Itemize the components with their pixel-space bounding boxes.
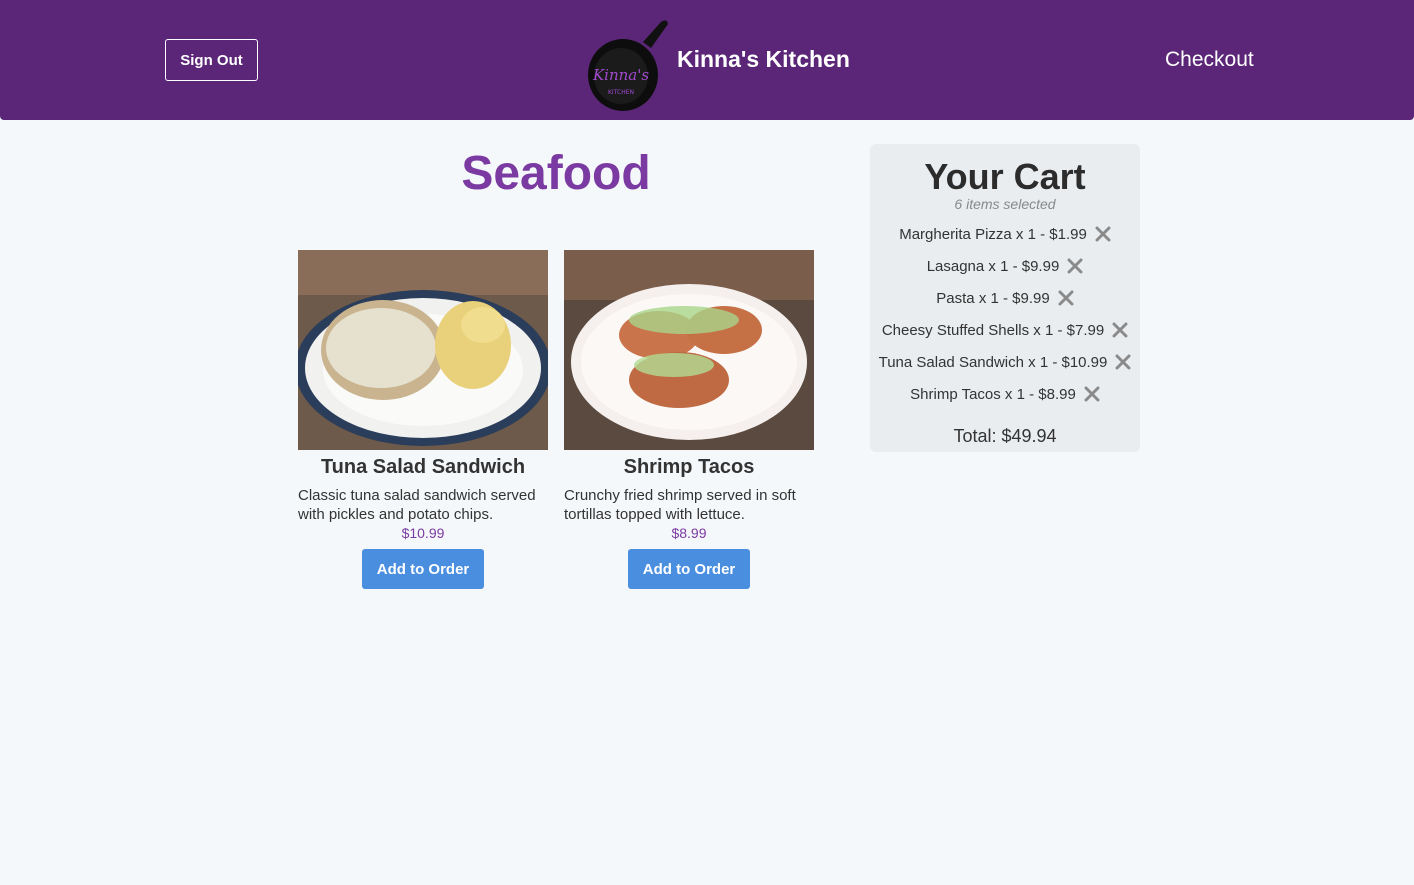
cart-item-text: Shrimp Tacos x 1 - $8.99 [910,385,1076,403]
brand-name[interactable]: Kinna's Kitchen [677,46,850,73]
add-to-order-button[interactable]: Add to Order [628,549,750,589]
close-icon[interactable] [1112,322,1128,338]
menu-item-card: Shrimp Tacos Crunchy fried shrimp served… [564,250,814,589]
cart-item-count: 6 items selected [954,196,1056,212]
add-to-order-button[interactable]: Add to Order [362,549,484,589]
cart-item: Margherita Pizza x 1 - $1.99 [870,218,1140,250]
close-icon[interactable] [1067,258,1083,274]
close-icon[interactable] [1058,290,1074,306]
tuna-sandwich-photo [298,250,548,450]
close-icon[interactable] [1084,386,1100,402]
cart-item-text: Pasta x 1 - $9.99 [936,289,1050,307]
cart-item: Lasagna x 1 - $9.99 [870,250,1140,282]
menu-item-card: Tuna Salad Sandwich Classic tuna salad s… [298,250,548,589]
logo-text: Kinna's [592,66,649,84]
page-title: Seafood [461,147,651,200]
item-name: Tuna Salad Sandwich [320,456,526,478]
sign-out-button[interactable]: Sign Out [165,39,258,81]
cart-item: Shrimp Tacos x 1 - $8.99 [870,378,1140,410]
cart-item-text: Tuna Salad Sandwich x 1 - $10.99 [878,353,1108,371]
cart-list: Margherita Pizza x 1 - $1.99 Lasagna x 1… [870,218,1140,410]
shrimp-tacos-photo [564,250,814,450]
cart-panel: Your Cart 6 items selected Margherita Pi… [870,144,1140,452]
item-price: $8.99 [671,525,707,541]
cart-total: Total: $49.94 [953,426,1057,446]
logo[interactable]: Kinna's KITCHEN [583,18,673,114]
close-icon[interactable] [1115,354,1131,370]
logo-subtext: KITCHEN [608,89,634,96]
cart-title: Your Cart [924,156,1086,197]
cart-item-text: Margherita Pizza x 1 - $1.99 [899,225,1087,243]
cart-item: Tuna Salad Sandwich x 1 - $10.99 [870,346,1140,378]
cart-item-text: Lasagna x 1 - $9.99 [926,257,1060,275]
cart-item: Pasta x 1 - $9.99 [870,282,1140,314]
item-description: Crunchy fried shrimp served in soft tort… [564,487,796,523]
site-header: Sign Out Kinna's KITCHEN Kinna's Kitchen… [0,0,1414,120]
item-price: $10.99 [401,525,445,541]
checkout-link[interactable]: Checkout [1165,48,1254,72]
item-description: Classic tuna salad sandwich served with … [298,487,536,523]
cart-item-text: Cheesy Stuffed Shells x 1 - $7.99 [881,321,1105,339]
close-icon[interactable] [1095,226,1111,242]
item-name: Shrimp Tacos [623,456,755,478]
skillet-logo-icon: Kinna's KITCHEN [588,20,668,111]
cart-item: Cheesy Stuffed Shells x 1 - $7.99 [870,314,1140,346]
